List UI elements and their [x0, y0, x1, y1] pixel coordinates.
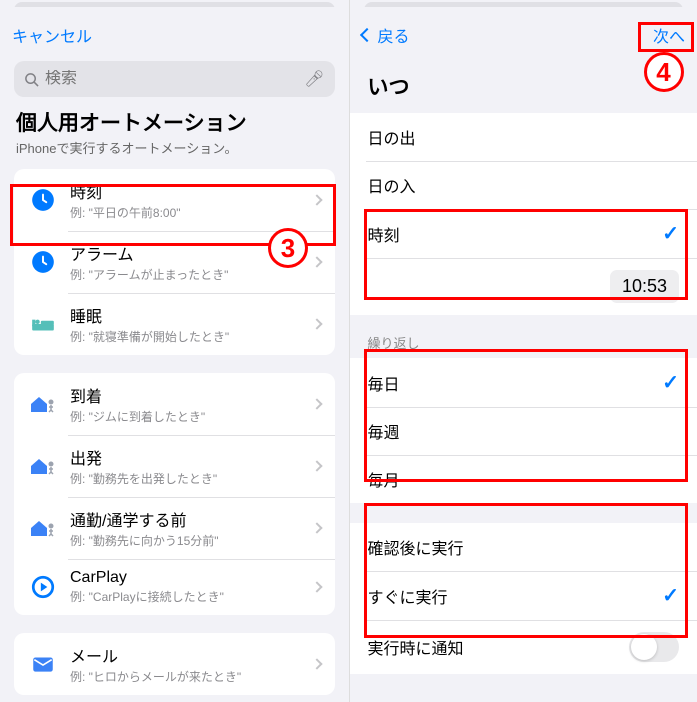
row-sub: 例: "CarPlayに接続したとき": [70, 588, 313, 605]
repeat-daily[interactable]: 毎日✓: [350, 358, 697, 407]
row-sub: 例: "平日の午前8:00": [70, 204, 313, 221]
next-button[interactable]: 次へ: [653, 23, 685, 47]
check-icon: ✓: [662, 370, 679, 395]
automation-list-screen: キャンセル 🎤︎ 個人用オートメーション iPhoneで実行するオートメーション…: [0, 0, 349, 702]
card-stack-indicator: [350, 0, 697, 13]
chevron-right-icon: [311, 256, 322, 267]
bed-icon: [28, 309, 58, 339]
annotation-number-3: 3: [268, 228, 308, 268]
repeat-weekly[interactable]: 毎週: [350, 407, 697, 455]
cancel-button[interactable]: キャンセル: [12, 23, 92, 47]
row-sub: 例: "アラームが止まったとき": [70, 266, 313, 283]
chevron-left-icon: [359, 28, 373, 42]
home-commute-icon: [28, 513, 58, 543]
trigger-time[interactable]: 時刻例: "平日の午前8:00": [14, 169, 335, 231]
notify-row: 実行時に通知: [350, 620, 697, 674]
page-title: 個人用オートメーション: [16, 107, 333, 137]
option-sunrise[interactable]: 日の出: [350, 113, 697, 161]
row-sub: 例: "勤務先に向かう15分前": [70, 532, 313, 549]
row-name: メール: [70, 643, 313, 667]
mic-icon[interactable]: 🎤︎: [304, 69, 324, 89]
row-name: 到着: [70, 383, 313, 407]
search-input[interactable]: [39, 70, 304, 88]
exec-confirm[interactable]: 確認後に実行: [350, 523, 697, 571]
row-name: 出発: [70, 445, 313, 469]
location-triggers-group: 到着例: "ジムに到着したとき" 出発例: "勤務先を出発したとき" 通勤/通学…: [14, 373, 335, 615]
comm-triggers-group: メール例: "ヒロからメールが来たとき": [14, 633, 335, 695]
chevron-right-icon: [311, 318, 322, 329]
search-bar[interactable]: 🎤︎: [14, 61, 335, 97]
header: キャンセル: [0, 13, 349, 57]
row-sub: 例: "勤務先を出発したとき": [70, 470, 313, 487]
trigger-sleep[interactable]: 睡眠例: "就寝準備が開始したとき": [14, 293, 335, 355]
card-stack-indicator: [0, 0, 349, 13]
clock-icon: [28, 247, 58, 277]
row-sub: 例: "ジムに到着したとき": [70, 408, 313, 425]
trigger-leave[interactable]: 出発例: "勤務先を出発したとき": [14, 435, 335, 497]
row-name: 時刻: [70, 179, 313, 203]
trigger-carplay[interactable]: CarPlay例: "CarPlayに接続したとき": [14, 559, 335, 615]
repeat-monthly[interactable]: 毎月: [350, 455, 697, 503]
row-name: 通勤/通学する前: [70, 507, 313, 531]
chevron-right-icon: [311, 658, 322, 669]
trigger-mail[interactable]: メール例: "ヒロからメールが来たとき": [14, 633, 335, 695]
repeat-group: 毎日✓ 毎週 毎月: [350, 358, 697, 503]
mail-icon: [28, 649, 58, 679]
exec-group: 確認後に実行 すぐに実行✓ 実行時に通知: [350, 523, 697, 674]
notify-toggle[interactable]: [629, 632, 679, 662]
repeat-label: 繰り返し: [350, 315, 697, 358]
title-block: 個人用オートメーション iPhoneで実行するオートメーション。: [0, 107, 349, 169]
page-subtitle: iPhoneで実行するオートメーション。: [16, 138, 333, 157]
back-button[interactable]: 戻る: [362, 23, 410, 47]
time-config-screen: 戻る 次へ いつ 日の出 日の入 時刻✓ 10:53 繰り返し 毎日✓ 毎週 毎…: [349, 0, 697, 702]
clock-icon: [28, 185, 58, 215]
header: 戻る 次へ: [350, 13, 697, 57]
when-options-group: 日の出 日の入 時刻✓ 10:53: [350, 113, 697, 315]
option-sunset[interactable]: 日の入: [350, 161, 697, 209]
check-icon: ✓: [662, 221, 679, 246]
trigger-arrive[interactable]: 到着例: "ジムに到着したとき": [14, 373, 335, 435]
annotation-number-4: 4: [644, 52, 684, 92]
home-arrive-icon: [28, 389, 58, 419]
carplay-icon: [28, 572, 58, 602]
search-icon: [24, 72, 39, 87]
chevron-right-icon: [311, 194, 322, 205]
time-value[interactable]: 10:53: [610, 270, 679, 303]
row-sub: 例: "就寝準備が開始したとき": [70, 328, 313, 345]
exec-immediate[interactable]: すぐに実行✓: [350, 571, 697, 620]
chevron-right-icon: [311, 398, 322, 409]
row-sub: 例: "ヒロからメールが来たとき": [70, 668, 313, 685]
row-name: CarPlay: [70, 569, 313, 587]
chevron-right-icon: [311, 522, 322, 533]
check-icon: ✓: [662, 583, 679, 608]
chevron-right-icon: [311, 460, 322, 471]
time-picker-row[interactable]: 10:53: [350, 258, 697, 315]
option-time[interactable]: 時刻✓: [350, 209, 697, 258]
trigger-commute[interactable]: 通勤/通学する前例: "勤務先に向かう15分前": [14, 497, 335, 559]
chevron-right-icon: [311, 581, 322, 592]
home-leave-icon: [28, 451, 58, 481]
row-name: 睡眠: [70, 303, 313, 327]
